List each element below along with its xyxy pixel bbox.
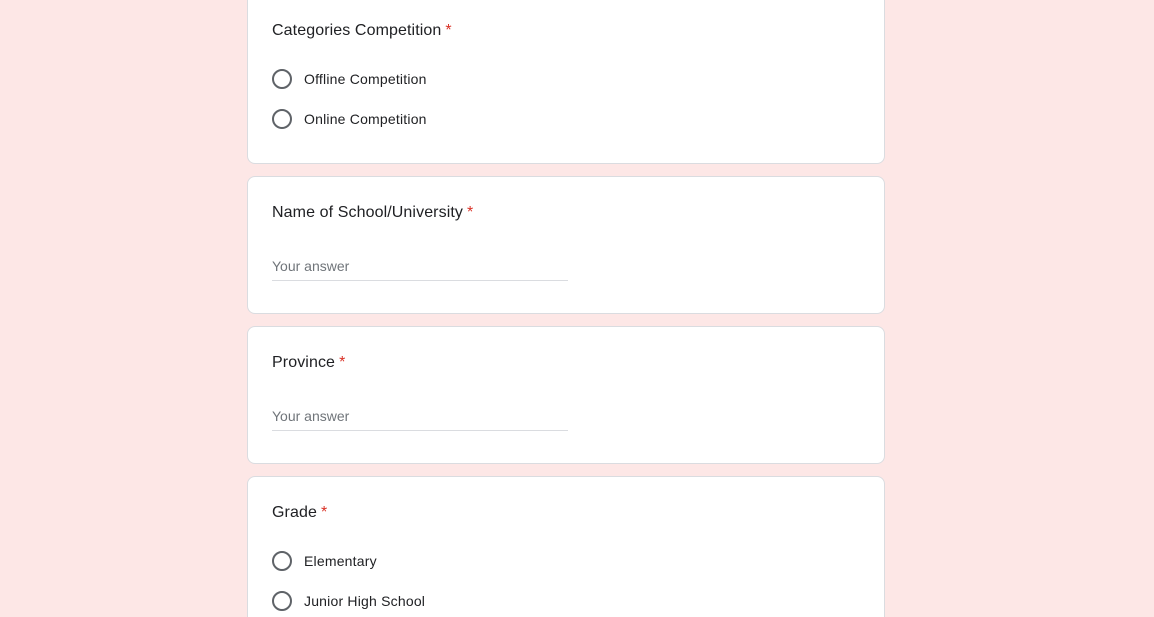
question-title-text: Name of School/University bbox=[272, 204, 464, 221]
question-title-text: Categories Competition bbox=[272, 22, 442, 39]
radio-option-label: Elementary bbox=[304, 553, 377, 569]
radio-option-junior-high-school[interactable]: Junior High School bbox=[272, 589, 425, 613]
required-asterisk: * bbox=[320, 504, 328, 521]
question-card-school-name: Name of School/University * bbox=[247, 176, 885, 314]
question-title: Categories Competition * bbox=[272, 19, 452, 43]
radio-circle-icon[interactable] bbox=[272, 591, 292, 611]
province-input[interactable] bbox=[272, 402, 568, 431]
question-card-province: Province * bbox=[247, 326, 885, 464]
school-name-input[interactable] bbox=[272, 252, 568, 281]
question-title-text: Grade bbox=[272, 504, 317, 521]
radio-option-label: Offline Competition bbox=[304, 71, 427, 87]
required-asterisk: * bbox=[339, 354, 346, 371]
radio-option-offline-competition[interactable]: Offline Competition bbox=[272, 67, 427, 91]
radio-circle-icon[interactable] bbox=[272, 551, 292, 571]
required-asterisk: * bbox=[467, 204, 474, 221]
question-title-text: Province bbox=[272, 354, 336, 371]
question-title: Name of School/University * bbox=[272, 201, 473, 225]
radio-option-label: Online Competition bbox=[304, 111, 427, 127]
required-asterisk: * bbox=[445, 22, 452, 39]
question-card-categories-competition: Categories Competition * Offline Competit… bbox=[247, 0, 885, 164]
question-title: Grade * bbox=[272, 501, 327, 525]
radio-option-elementary[interactable]: Elementary bbox=[272, 549, 377, 573]
radio-circle-icon[interactable] bbox=[272, 69, 292, 89]
question-card-grade: Grade * Elementary Junior High School bbox=[247, 476, 885, 617]
question-title: Province * bbox=[272, 351, 345, 375]
radio-circle-icon[interactable] bbox=[272, 109, 292, 129]
radio-option-label: Junior High School bbox=[304, 593, 426, 609]
radio-option-online-competition[interactable]: Online Competition bbox=[272, 107, 427, 131]
form-viewport: Categories Competition * Offline Competit… bbox=[0, 0, 1154, 617]
